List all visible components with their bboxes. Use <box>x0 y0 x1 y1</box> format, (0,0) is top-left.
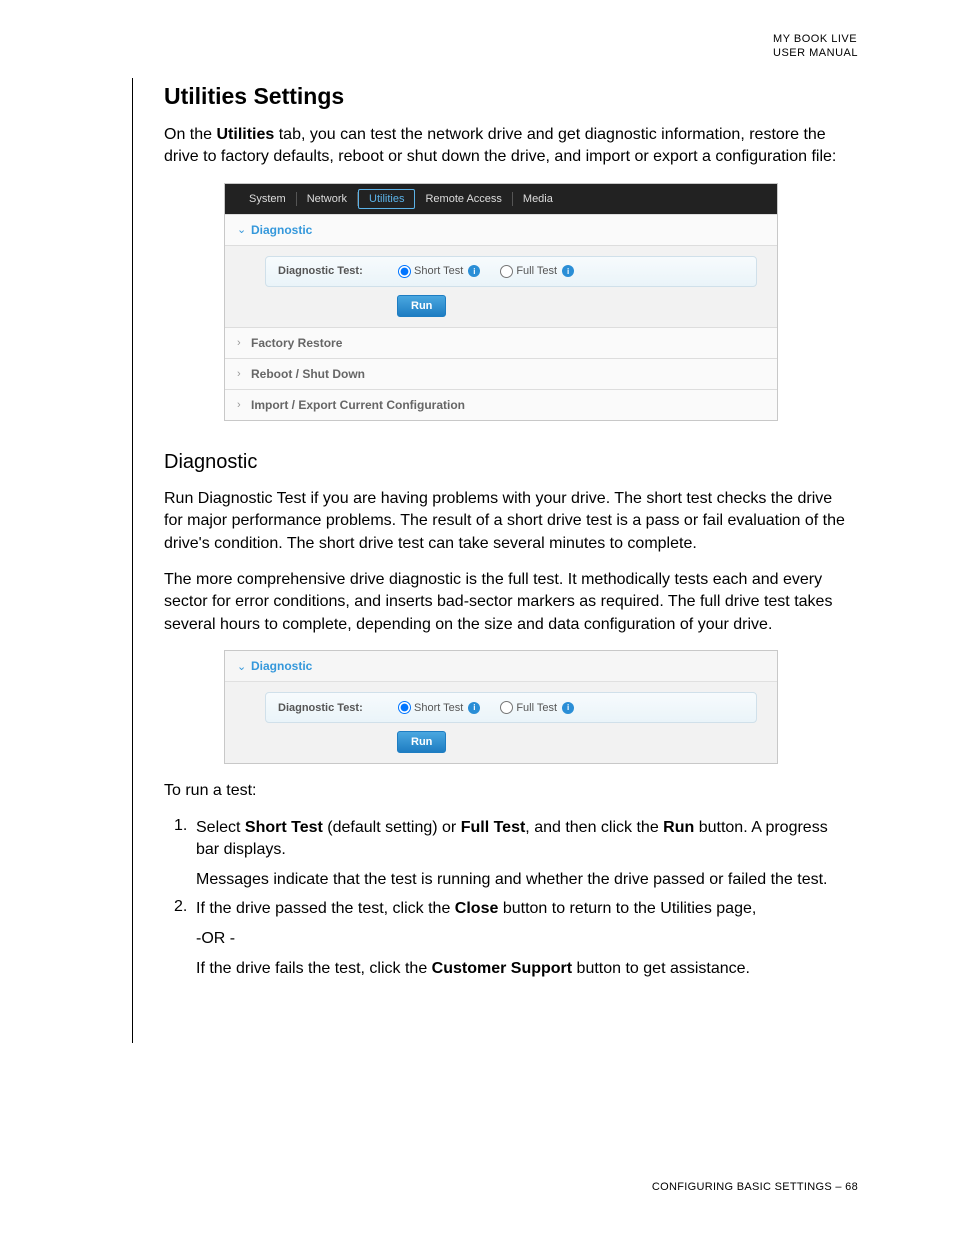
step-1-sub: Messages indicate that the test is runni… <box>196 869 846 891</box>
step-2-text: If the drive passed the test, click the … <box>196 898 846 981</box>
accordion-reboot[interactable]: › Reboot / Shut Down <box>225 358 777 389</box>
chevron-right-icon: › <box>237 337 251 349</box>
accordion-title-factory: Factory Restore <box>251 336 342 350</box>
steps-list: 1. Select Short Test (default setting) o… <box>174 817 846 981</box>
page-content: Utilities Settings On the Utilities tab,… <box>164 83 846 991</box>
radio-full-test[interactable]: Full Test i <box>500 265 574 278</box>
radio-short-test-input-2[interactable] <box>398 701 411 714</box>
run-button-row-2: Run <box>397 731 757 753</box>
step-1-text: Select Short Test (default setting) or F… <box>196 817 846 892</box>
step-1: 1. Select Short Test (default setting) o… <box>174 817 846 892</box>
intro-paragraph: On the Utilities tab, you can test the n… <box>164 124 846 169</box>
tab-system[interactable]: System <box>239 192 297 206</box>
accordion-diagnostic-2[interactable]: ⌄ Diagnostic <box>225 651 777 681</box>
run-button-row: Run <box>397 295 757 317</box>
diagnostic-test-row-2: Diagnostic Test: Short Test i Full Test … <box>265 692 757 723</box>
chevron-right-icon: › <box>237 368 251 380</box>
accordion-title-diagnostic-2: Diagnostic <box>251 659 312 673</box>
info-icon[interactable]: i <box>468 702 480 714</box>
run-button-2[interactable]: Run <box>397 731 446 753</box>
header-line1: MY BOOK LIVE <box>773 32 858 46</box>
header-line2: USER MANUAL <box>773 46 858 60</box>
screenshot-tabbar: System Network Utilities Remote Access M… <box>225 184 777 214</box>
radio-short-test-input[interactable] <box>398 265 411 278</box>
accordion-title-reboot: Reboot / Shut Down <box>251 367 365 381</box>
info-icon[interactable]: i <box>562 702 574 714</box>
diagnostic-body-2: Diagnostic Test: Short Test i Full Test … <box>225 681 777 763</box>
tab-utilities[interactable]: Utilities <box>358 189 415 209</box>
accordion-import-export[interactable]: › Import / Export Current Configuration <box>225 389 777 420</box>
diagnostic-body: Diagnostic Test: Short Test i Full Test … <box>225 245 777 327</box>
step-2-sub: If the drive fails the test, click the C… <box>196 958 846 980</box>
info-icon[interactable]: i <box>562 265 574 277</box>
tab-network[interactable]: Network <box>297 192 358 206</box>
diagnostic-paragraph-2: The more comprehensive drive diagnostic … <box>164 569 846 636</box>
accordion-title-diagnostic: Diagnostic <box>251 223 312 237</box>
step-2-or: -OR - <box>196 928 846 950</box>
radio-full-test-2[interactable]: Full Test i <box>500 701 574 714</box>
tab-remote-access[interactable]: Remote Access <box>415 192 512 206</box>
diagnostic-test-row: Diagnostic Test: Short Test i Full Test … <box>265 256 757 287</box>
section-heading-diagnostic: Diagnostic <box>164 451 846 474</box>
screenshot-utilities-panel: System Network Utilities Remote Access M… <box>224 183 778 421</box>
info-icon[interactable]: i <box>468 265 480 277</box>
footer-section: CONFIGURING BASIC SETTINGS – <box>652 1181 845 1193</box>
step-number: 2. <box>174 898 196 981</box>
accordion-factory-restore[interactable]: › Factory Restore <box>225 327 777 358</box>
header-product: MY BOOK LIVE USER MANUAL <box>773 32 858 61</box>
diagnostic-radio-group-2: Short Test i Full Test i <box>398 701 574 714</box>
accordion-diagnostic[interactable]: ⌄ Diagnostic <box>225 214 777 245</box>
footer-page-number: 68 <box>845 1181 858 1193</box>
page-title: Utilities Settings <box>164 83 846 110</box>
diagnostic-test-label: Diagnostic Test: <box>278 265 398 277</box>
diagnostic-paragraph-1: Run Diagnostic Test if you are having pr… <box>164 488 846 555</box>
diagnostic-test-label-2: Diagnostic Test: <box>278 702 398 714</box>
accordion-title-import: Import / Export Current Configuration <box>251 398 465 412</box>
screenshot-diagnostic-panel: ⌄ Diagnostic Diagnostic Test: Short Test… <box>224 650 778 764</box>
radio-short-test[interactable]: Short Test i <box>398 265 480 278</box>
chevron-down-icon: ⌄ <box>237 223 251 236</box>
run-button[interactable]: Run <box>397 295 446 317</box>
page-left-rule <box>132 78 133 1043</box>
step-number: 1. <box>174 817 196 892</box>
radio-full-test-input-2[interactable] <box>500 701 513 714</box>
tab-media[interactable]: Media <box>513 192 563 206</box>
radio-full-test-input[interactable] <box>500 265 513 278</box>
step-2: 2. If the drive passed the test, click t… <box>174 898 846 981</box>
chevron-right-icon: › <box>237 399 251 411</box>
chevron-down-icon: ⌄ <box>237 660 251 673</box>
to-run-label: To run a test: <box>164 780 846 802</box>
page-footer: CONFIGURING BASIC SETTINGS – 68 <box>652 1181 858 1193</box>
radio-short-test-2[interactable]: Short Test i <box>398 701 480 714</box>
diagnostic-radio-group: Short Test i Full Test i <box>398 265 574 278</box>
